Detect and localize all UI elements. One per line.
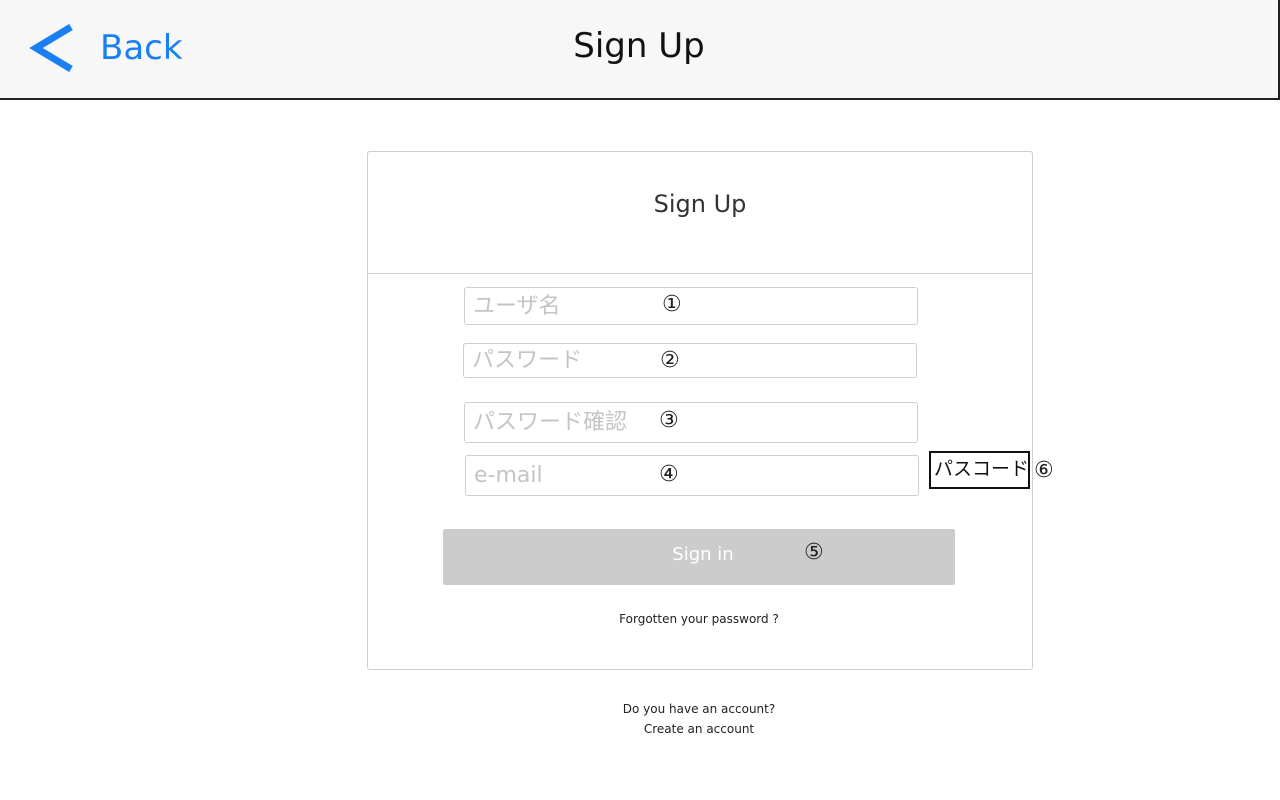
annotation-marker-2: ② [660, 348, 680, 373]
password-confirm-field-wrapper [464, 402, 918, 443]
navbar: Back Sign Up [0, 0, 1280, 100]
passcode-label-box: パスコード [929, 451, 1030, 489]
sign-in-button[interactable]: Sign in [443, 529, 955, 585]
card-divider [368, 273, 1032, 274]
sign-in-button-label: Sign in [672, 544, 734, 565]
annotation-marker-3: ③ [659, 408, 679, 433]
username-input[interactable] [465, 288, 917, 324]
annotation-marker-1: ① [662, 292, 682, 317]
password-confirm-input[interactable] [465, 403, 917, 442]
card-title: Sign Up [653, 190, 747, 218]
email-input[interactable] [466, 456, 918, 495]
password-field-wrapper [463, 343, 917, 378]
account-question: Do you have an account? [622, 702, 776, 716]
email-field-wrapper [465, 455, 919, 496]
page-title: Sign Up [573, 26, 705, 66]
annotation-marker-4: ④ [659, 462, 679, 487]
annotation-marker-6: ⑥ [1034, 458, 1054, 483]
password-input[interactable] [464, 344, 916, 377]
username-field-wrapper [464, 287, 918, 325]
annotation-marker-5: ⑤ [804, 540, 824, 565]
create-account-link[interactable]: Create an account [367, 722, 1031, 736]
forgot-password-link[interactable]: Forgotten your password ? [367, 612, 1031, 626]
